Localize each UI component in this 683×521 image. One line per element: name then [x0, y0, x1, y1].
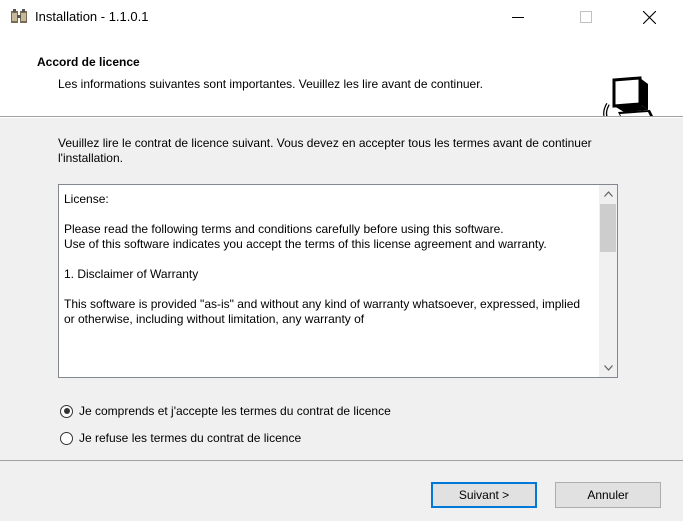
page-subtitle: Les informations suivantes sont importan… [58, 77, 483, 91]
license-content: License: Please read the following terms… [59, 185, 595, 342]
scroll-down-button[interactable] [599, 359, 617, 377]
refuse-label[interactable]: Je refuse les termes du contrat de licen… [79, 431, 301, 445]
intro-text: Veuillez lire le contrat de licence suiv… [58, 136, 592, 165]
accept-option[interactable]: Je comprends et j'accepte les termes du … [60, 404, 391, 418]
chevron-up-icon [603, 191, 613, 197]
license-paragraph: License: [64, 192, 109, 206]
refuse-radio[interactable] [60, 431, 73, 445]
license-paragraph: 1. Disclaimer of Warranty [64, 267, 199, 281]
close-icon [642, 10, 656, 24]
chevron-down-icon [603, 365, 613, 371]
title-bar: Installation - 1.1.0.1 [0, 0, 683, 34]
refuse-option[interactable]: Je refuse les termes du contrat de licen… [60, 431, 301, 445]
maximize-icon [580, 11, 592, 23]
minimize-icon [512, 17, 524, 18]
license-textbox[interactable]: License: Please read the following terms… [58, 184, 618, 378]
window-title: Installation - 1.1.0.1 [35, 9, 149, 24]
wizard-footer: Suivant > Annuler [0, 461, 683, 521]
license-paragraph: Please read the following terms and cond… [64, 222, 547, 251]
installer-icon [11, 9, 27, 23]
accept-radio[interactable] [60, 404, 73, 418]
close-button[interactable] [626, 0, 672, 34]
cancel-button[interactable]: Annuler [555, 482, 661, 508]
maximize-button[interactable] [563, 0, 609, 34]
scroll-up-button[interactable] [599, 185, 617, 203]
minimize-button[interactable] [495, 0, 541, 34]
next-button[interactable]: Suivant > [431, 482, 537, 508]
scroll-thumb[interactable] [600, 204, 616, 252]
accept-label[interactable]: Je comprends et j'accepte les termes du … [79, 404, 391, 418]
license-paragraph: This software is provided "as-is" and wi… [64, 297, 581, 326]
page-title: Accord de licence [37, 55, 140, 69]
wizard-body: Veuillez lire le contrat de licence suiv… [0, 118, 683, 460]
license-scrollbar[interactable] [599, 185, 617, 377]
wizard-header: Accord de licence Les informations suiva… [0, 34, 683, 134]
